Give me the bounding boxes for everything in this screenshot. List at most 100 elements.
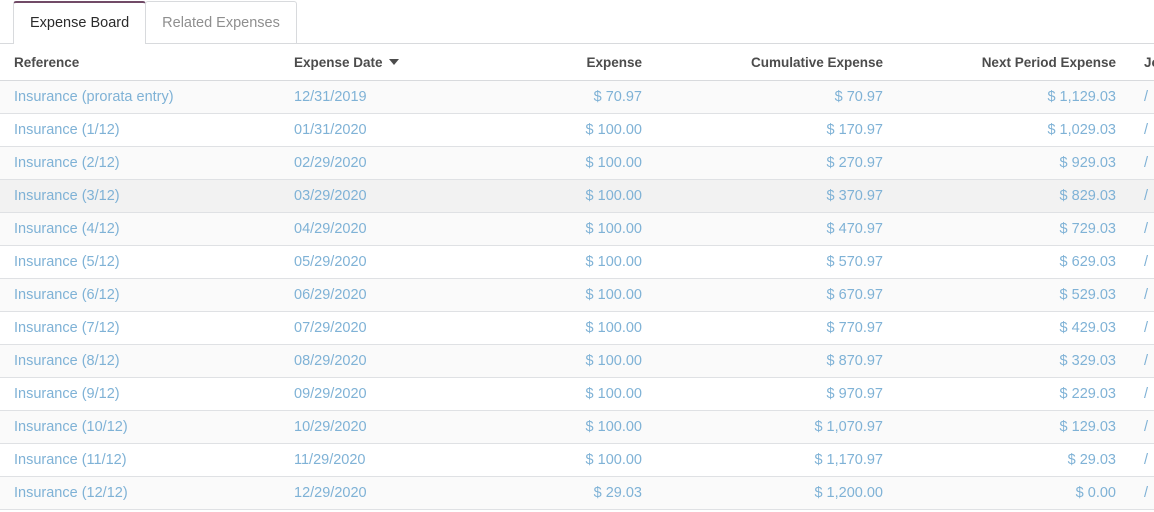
column-header-expense-date-label: Expense Date bbox=[294, 55, 383, 70]
cell-reference[interactable]: Insurance (prorata entry) bbox=[0, 81, 280, 114]
cell-expense-date[interactable]: 12/31/2019 bbox=[280, 81, 508, 114]
cell-cumulative-expense[interactable]: $ 1,070.97 bbox=[656, 411, 897, 444]
cell-cumulative-expense[interactable]: $ 770.97 bbox=[656, 312, 897, 345]
cell-next-period-expense[interactable]: $ 1,029.03 bbox=[897, 114, 1130, 147]
cell-expense-date[interactable]: 08/29/2020 bbox=[280, 345, 508, 378]
table-row[interactable]: Insurance (2/12)02/29/2020$ 100.00$ 270.… bbox=[0, 147, 1154, 180]
cell-journal-entry[interactable]: / bbox=[1130, 411, 1154, 444]
cell-journal-entry[interactable]: / bbox=[1130, 147, 1154, 180]
cell-expense[interactable]: $ 100.00 bbox=[508, 411, 656, 444]
table-row[interactable]: Insurance (prorata entry)12/31/2019$ 70.… bbox=[0, 81, 1154, 114]
cell-expense-date[interactable]: 07/29/2020 bbox=[280, 312, 508, 345]
cell-expense-date[interactable]: 12/29/2020 bbox=[280, 477, 508, 510]
cell-expense-date[interactable]: 06/29/2020 bbox=[280, 279, 508, 312]
cell-expense[interactable]: $ 100.00 bbox=[508, 378, 656, 411]
cell-expense[interactable]: $ 100.00 bbox=[508, 312, 656, 345]
cell-cumulative-expense[interactable]: $ 1,200.00 bbox=[656, 477, 897, 510]
cell-reference[interactable]: Insurance (6/12) bbox=[0, 279, 280, 312]
cell-reference[interactable]: Insurance (4/12) bbox=[0, 213, 280, 246]
cell-reference[interactable]: Insurance (1/12) bbox=[0, 114, 280, 147]
cell-expense[interactable]: $ 29.03 bbox=[508, 477, 656, 510]
cell-cumulative-expense[interactable]: $ 470.97 bbox=[656, 213, 897, 246]
cell-reference[interactable]: Insurance (9/12) bbox=[0, 378, 280, 411]
tab-related-expenses[interactable]: Related Expenses bbox=[145, 1, 297, 43]
cell-cumulative-expense[interactable]: $ 70.97 bbox=[656, 81, 897, 114]
column-header-reference[interactable]: Reference bbox=[0, 44, 280, 81]
cell-next-period-expense[interactable]: $ 329.03 bbox=[897, 345, 1130, 378]
cell-expense[interactable]: $ 100.00 bbox=[508, 246, 656, 279]
cell-cumulative-expense[interactable]: $ 270.97 bbox=[656, 147, 897, 180]
cell-journal-entry[interactable]: / bbox=[1130, 477, 1154, 510]
cell-journal-entry[interactable]: / bbox=[1130, 180, 1154, 213]
cell-expense[interactable]: $ 100.00 bbox=[508, 345, 656, 378]
cell-journal-entry[interactable]: / bbox=[1130, 114, 1154, 147]
cell-cumulative-expense[interactable]: $ 370.97 bbox=[656, 180, 897, 213]
cell-reference[interactable]: Insurance (3/12) bbox=[0, 180, 280, 213]
cell-expense[interactable]: $ 100.00 bbox=[508, 114, 656, 147]
table-row[interactable]: Insurance (10/12)10/29/2020$ 100.00$ 1,0… bbox=[0, 411, 1154, 444]
cell-reference[interactable]: Insurance (10/12) bbox=[0, 411, 280, 444]
cell-reference[interactable]: Insurance (5/12) bbox=[0, 246, 280, 279]
table-row[interactable]: Insurance (4/12)04/29/2020$ 100.00$ 470.… bbox=[0, 213, 1154, 246]
cell-next-period-expense[interactable]: $ 529.03 bbox=[897, 279, 1130, 312]
cell-next-period-expense[interactable]: $ 829.03 bbox=[897, 180, 1130, 213]
table-row[interactable]: Insurance (6/12)06/29/2020$ 100.00$ 670.… bbox=[0, 279, 1154, 312]
cell-expense-date[interactable]: 09/29/2020 bbox=[280, 378, 508, 411]
cell-expense[interactable]: $ 100.00 bbox=[508, 147, 656, 180]
column-header-journal-entry[interactable]: Journal Entry bbox=[1130, 44, 1154, 81]
column-header-next-period-expense[interactable]: Next Period Expense bbox=[897, 44, 1130, 81]
cell-cumulative-expense[interactable]: $ 970.97 bbox=[656, 378, 897, 411]
cell-journal-entry[interactable]: / bbox=[1130, 279, 1154, 312]
table-row[interactable]: Insurance (9/12)09/29/2020$ 100.00$ 970.… bbox=[0, 378, 1154, 411]
cell-expense-date[interactable]: 03/29/2020 bbox=[280, 180, 508, 213]
cell-cumulative-expense[interactable]: $ 170.97 bbox=[656, 114, 897, 147]
table-row[interactable]: Insurance (8/12)08/29/2020$ 100.00$ 870.… bbox=[0, 345, 1154, 378]
cell-next-period-expense[interactable]: $ 729.03 bbox=[897, 213, 1130, 246]
cell-expense[interactable]: $ 70.97 bbox=[508, 81, 656, 114]
cell-reference[interactable]: Insurance (8/12) bbox=[0, 345, 280, 378]
table-row[interactable]: Insurance (1/12)01/31/2020$ 100.00$ 170.… bbox=[0, 114, 1154, 147]
cell-expense[interactable]: $ 100.00 bbox=[508, 213, 656, 246]
cell-cumulative-expense[interactable]: $ 1,170.97 bbox=[656, 444, 897, 477]
table-row[interactable]: Insurance (12/12)12/29/2020$ 29.03$ 1,20… bbox=[0, 477, 1154, 510]
cell-reference[interactable]: Insurance (2/12) bbox=[0, 147, 280, 180]
cell-expense[interactable]: $ 100.00 bbox=[508, 180, 656, 213]
cell-next-period-expense[interactable]: $ 229.03 bbox=[897, 378, 1130, 411]
column-header-expense[interactable]: Expense bbox=[508, 44, 656, 81]
table-row[interactable]: Insurance (5/12)05/29/2020$ 100.00$ 570.… bbox=[0, 246, 1154, 279]
cell-expense-date[interactable]: 11/29/2020 bbox=[280, 444, 508, 477]
cell-expense-date[interactable]: 05/29/2020 bbox=[280, 246, 508, 279]
table-row[interactable]: Insurance (11/12)11/29/2020$ 100.00$ 1,1… bbox=[0, 444, 1154, 477]
cell-journal-entry[interactable]: / bbox=[1130, 345, 1154, 378]
cell-reference[interactable]: Insurance (12/12) bbox=[0, 477, 280, 510]
cell-next-period-expense[interactable]: $ 29.03 bbox=[897, 444, 1130, 477]
cell-next-period-expense[interactable]: $ 429.03 bbox=[897, 312, 1130, 345]
cell-next-period-expense[interactable]: $ 129.03 bbox=[897, 411, 1130, 444]
cell-journal-entry[interactable]: / bbox=[1130, 81, 1154, 114]
cell-next-period-expense[interactable]: $ 929.03 bbox=[897, 147, 1130, 180]
cell-expense-date[interactable]: 02/29/2020 bbox=[280, 147, 508, 180]
cell-expense-date[interactable]: 01/31/2020 bbox=[280, 114, 508, 147]
column-header-cumulative-expense[interactable]: Cumulative Expense bbox=[656, 44, 897, 81]
cell-expense[interactable]: $ 100.00 bbox=[508, 279, 656, 312]
cell-expense-date[interactable]: 10/29/2020 bbox=[280, 411, 508, 444]
cell-journal-entry[interactable]: / bbox=[1130, 246, 1154, 279]
table-row[interactable]: Insurance (3/12)03/29/2020$ 100.00$ 370.… bbox=[0, 180, 1154, 213]
cell-expense[interactable]: $ 100.00 bbox=[508, 444, 656, 477]
cell-journal-entry[interactable]: / bbox=[1130, 213, 1154, 246]
cell-next-period-expense[interactable]: $ 0.00 bbox=[897, 477, 1130, 510]
cell-reference[interactable]: Insurance (11/12) bbox=[0, 444, 280, 477]
cell-cumulative-expense[interactable]: $ 670.97 bbox=[656, 279, 897, 312]
cell-journal-entry[interactable]: / bbox=[1130, 444, 1154, 477]
cell-journal-entry[interactable]: / bbox=[1130, 378, 1154, 411]
column-header-expense-date[interactable]: Expense Date bbox=[280, 44, 508, 81]
table-row[interactable]: Insurance (7/12)07/29/2020$ 100.00$ 770.… bbox=[0, 312, 1154, 345]
cell-next-period-expense[interactable]: $ 1,129.03 bbox=[897, 81, 1130, 114]
cell-next-period-expense[interactable]: $ 629.03 bbox=[897, 246, 1130, 279]
cell-cumulative-expense[interactable]: $ 570.97 bbox=[656, 246, 897, 279]
cell-expense-date[interactable]: 04/29/2020 bbox=[280, 213, 508, 246]
cell-journal-entry[interactable]: / bbox=[1130, 312, 1154, 345]
cell-cumulative-expense[interactable]: $ 870.97 bbox=[656, 345, 897, 378]
tab-expense-board[interactable]: Expense Board bbox=[13, 1, 146, 43]
cell-reference[interactable]: Insurance (7/12) bbox=[0, 312, 280, 345]
